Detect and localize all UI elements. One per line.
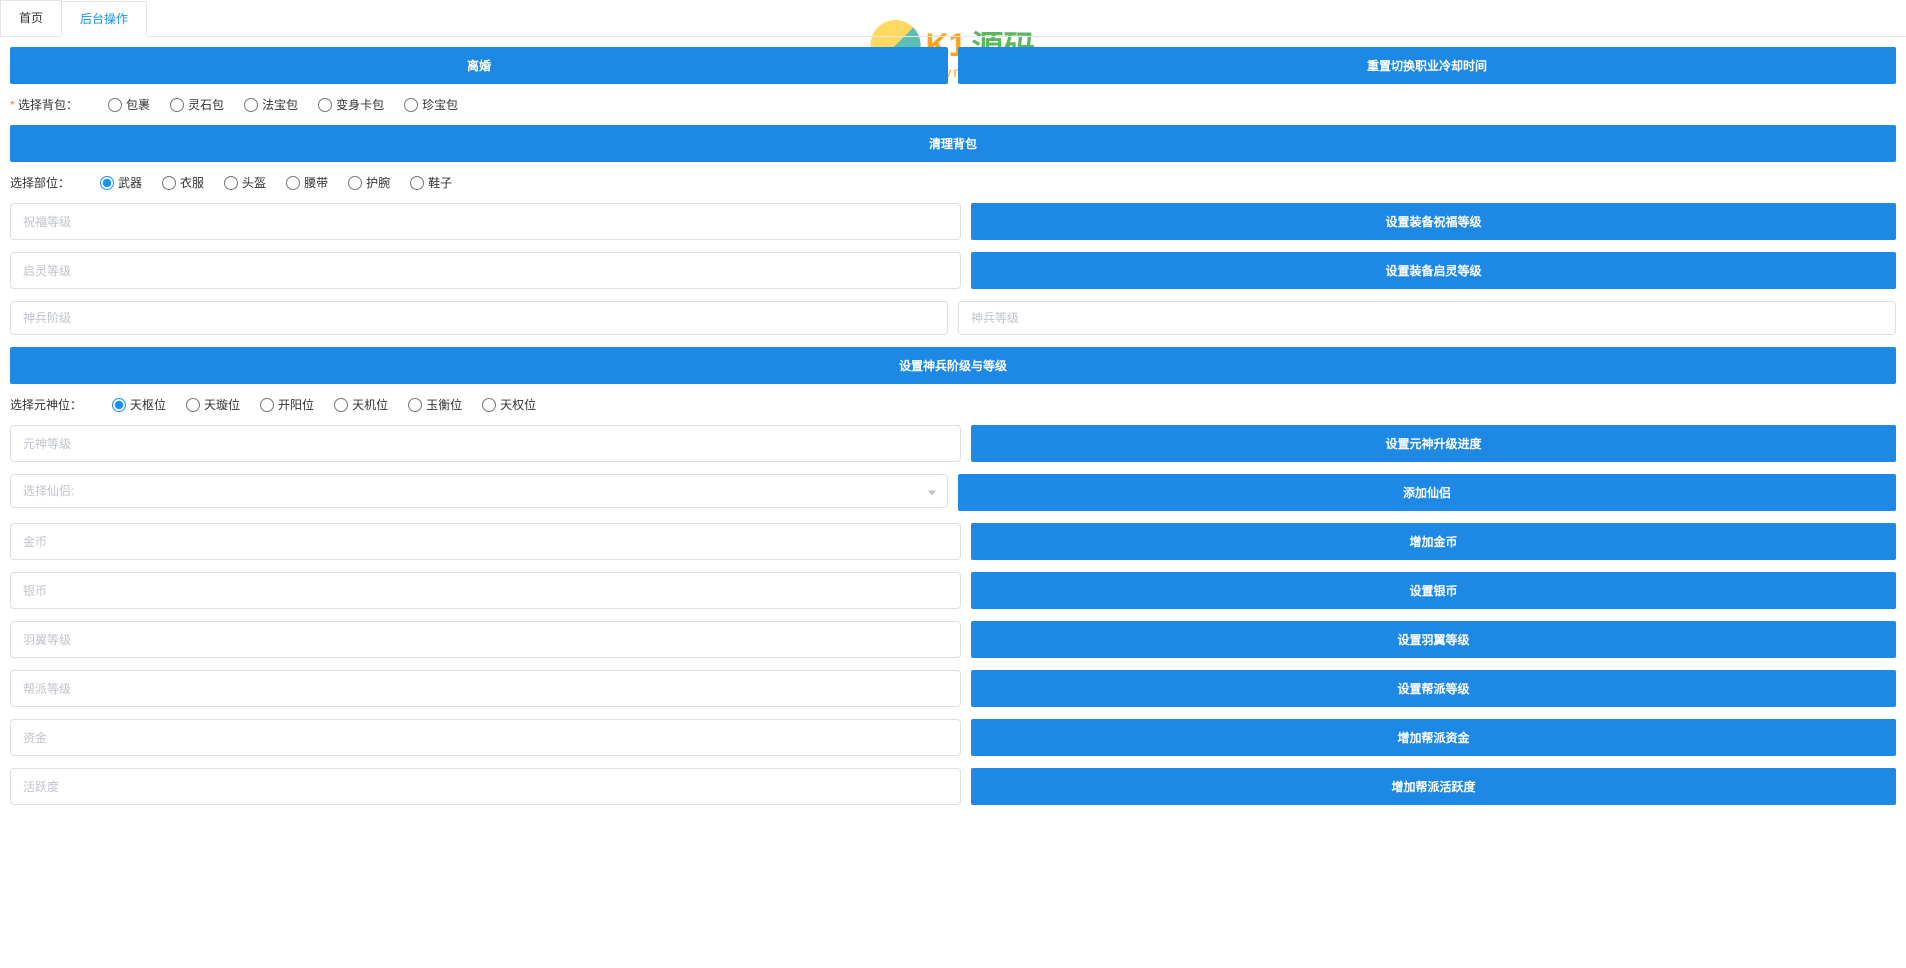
divorce-button[interactable]: 离婚	[10, 47, 948, 84]
yuanshen-radio-1[interactable]	[186, 398, 200, 412]
part-option-3[interactable]: 腰带	[286, 174, 328, 191]
silver-input[interactable]	[10, 572, 961, 609]
set-qiling-level-button[interactable]: 设置装备启灵等级	[971, 252, 1896, 289]
bag-radio-2[interactable]	[244, 98, 258, 112]
part-radio-5[interactable]	[410, 176, 424, 190]
tab-backend[interactable]: 后台操作	[61, 1, 147, 37]
part-option-label-5: 鞋子	[428, 174, 452, 191]
part-radio-3[interactable]	[286, 176, 300, 190]
bag-radio-4[interactable]	[404, 98, 418, 112]
bag-option-0[interactable]: 包裹	[108, 96, 150, 113]
yuanshen-level-input[interactable]	[10, 425, 961, 462]
yuanshen-radio-0[interactable]	[112, 398, 126, 412]
select-bag-label: 选择背包：	[10, 96, 78, 113]
bag-option-label-3: 变身卡包	[336, 96, 384, 113]
add-gold-button[interactable]: 增加金币	[971, 523, 1896, 560]
yuanshen-option-label-3: 天机位	[352, 396, 388, 413]
part-option-label-2: 头盔	[242, 174, 266, 191]
tab-bar: 首页 后台操作	[0, 0, 1906, 37]
content-area: 离婚 重置切换职业冷却时间 选择背包： 包裹 灵石包 法宝包 变身卡包 珍宝包 …	[0, 37, 1906, 827]
part-option-label-0: 武器	[118, 174, 142, 191]
qiling-level-input[interactable]	[10, 252, 961, 289]
shenbing-jieji-input[interactable]	[10, 301, 948, 335]
bag-radio-3[interactable]	[318, 98, 332, 112]
bag-option-label-4: 珍宝包	[422, 96, 458, 113]
part-option-4[interactable]: 护腕	[348, 174, 390, 191]
bag-option-3[interactable]: 变身卡包	[318, 96, 384, 113]
bag-option-1[interactable]: 灵石包	[170, 96, 224, 113]
part-radio-0[interactable]	[100, 176, 114, 190]
yuanshen-option-4[interactable]: 玉衡位	[408, 396, 462, 413]
part-option-label-3: 腰带	[304, 174, 328, 191]
shenbing-dengji-input[interactable]	[958, 301, 1896, 335]
clear-bag-button[interactable]: 清理背包	[10, 125, 1896, 162]
set-silver-button[interactable]: 设置银币	[971, 572, 1896, 609]
yuanshen-option-1[interactable]: 天璇位	[186, 396, 240, 413]
select-part-label: 选择部位：	[10, 174, 70, 191]
bag-option-2[interactable]: 法宝包	[244, 96, 298, 113]
part-option-label-4: 护腕	[366, 174, 390, 191]
yuanshen-option-5[interactable]: 天权位	[482, 396, 536, 413]
set-yuanshen-progress-button[interactable]: 设置元神升级进度	[971, 425, 1896, 462]
gang-level-input[interactable]	[10, 670, 961, 707]
yuanshen-option-label-1: 天璇位	[204, 396, 240, 413]
yuanshen-option-label-5: 天权位	[500, 396, 536, 413]
bless-level-input[interactable]	[10, 203, 961, 240]
yuanshen-option-label-2: 开阳位	[278, 396, 314, 413]
yuanshen-option-3[interactable]: 天机位	[334, 396, 388, 413]
reset-job-cooldown-button[interactable]: 重置切换职业冷却时间	[958, 47, 1896, 84]
part-radio-1[interactable]	[162, 176, 176, 190]
add-gang-activity-button[interactable]: 增加帮派活跃度	[971, 768, 1896, 805]
bag-option-4[interactable]: 珍宝包	[404, 96, 458, 113]
bag-option-label-0: 包裹	[126, 96, 150, 113]
tab-home[interactable]: 首页	[0, 0, 62, 36]
part-radio-group: 武器 衣服 头盔 腰带 护腕 鞋子	[100, 174, 452, 191]
add-gang-fund-button[interactable]: 增加帮派资金	[971, 719, 1896, 756]
fund-input[interactable]	[10, 719, 961, 756]
set-shenbing-button[interactable]: 设置神兵阶级与等级	[10, 347, 1896, 384]
wing-level-input[interactable]	[10, 621, 961, 658]
yuanshen-option-label-4: 玉衡位	[426, 396, 462, 413]
part-option-2[interactable]: 头盔	[224, 174, 266, 191]
set-bless-level-button[interactable]: 设置装备祝福等级	[971, 203, 1896, 240]
add-xianlv-button[interactable]: 添加仙侣	[958, 474, 1896, 511]
yuanshen-option-2[interactable]: 开阳位	[260, 396, 314, 413]
bag-option-label-1: 灵石包	[188, 96, 224, 113]
bag-option-label-2: 法宝包	[262, 96, 298, 113]
yuanshen-radio-3[interactable]	[334, 398, 348, 412]
part-option-label-1: 衣服	[180, 174, 204, 191]
yuanshen-radio-2[interactable]	[260, 398, 274, 412]
part-radio-4[interactable]	[348, 176, 362, 190]
set-gang-level-button[interactable]: 设置帮派等级	[971, 670, 1896, 707]
bag-radio-group: 包裹 灵石包 法宝包 变身卡包 珍宝包	[108, 96, 458, 113]
bag-radio-1[interactable]	[170, 98, 184, 112]
activity-input[interactable]	[10, 768, 961, 805]
part-option-0[interactable]: 武器	[100, 174, 142, 191]
yuanshen-radio-group: 天枢位 天璇位 开阳位 天机位 玉衡位 天权位	[112, 396, 536, 413]
yuanshen-radio-5[interactable]	[482, 398, 496, 412]
yuanshen-option-0[interactable]: 天枢位	[112, 396, 166, 413]
yuanshen-option-label-0: 天枢位	[130, 396, 166, 413]
part-option-1[interactable]: 衣服	[162, 174, 204, 191]
yuanshen-radio-4[interactable]	[408, 398, 422, 412]
select-yuanshen-label: 选择元神位：	[10, 396, 82, 413]
bag-radio-0[interactable]	[108, 98, 122, 112]
gold-input[interactable]	[10, 523, 961, 560]
set-wing-level-button[interactable]: 设置羽翼等级	[971, 621, 1896, 658]
xianlv-select[interactable]: 选择仙侣:	[10, 474, 948, 508]
part-option-5[interactable]: 鞋子	[410, 174, 452, 191]
part-radio-2[interactable]	[224, 176, 238, 190]
